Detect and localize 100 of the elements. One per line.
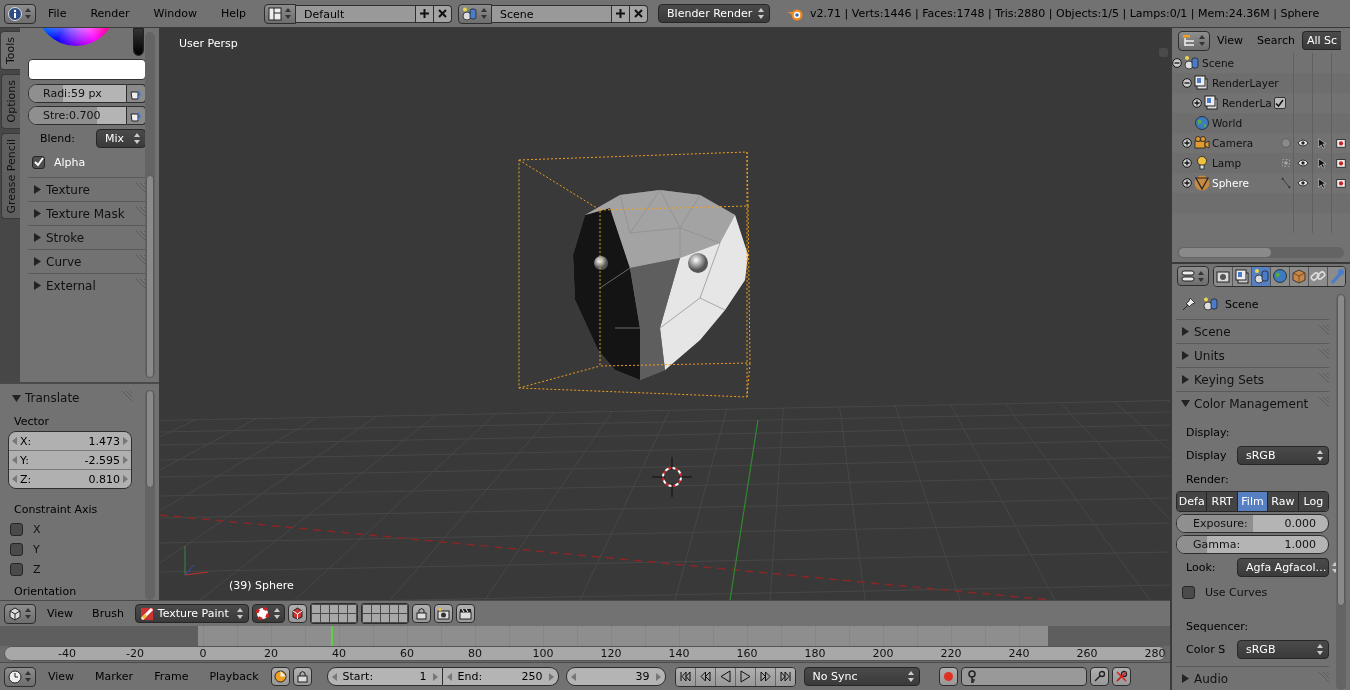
eye-icon[interactable] (1297, 158, 1309, 168)
display-dropdown[interactable]: sRGB (1237, 445, 1329, 465)
cursor-icon[interactable] (1317, 157, 1327, 169)
menu-item[interactable]: Marker (86, 670, 143, 683)
menu-item[interactable]: File (36, 7, 79, 20)
scene-browse-button[interactable] (458, 3, 493, 24)
checkbox[interactable] (10, 522, 23, 536)
blend-dropdown[interactable]: Mix (96, 129, 146, 148)
tree-item[interactable]: Camera (1212, 137, 1254, 149)
menu-item[interactable]: Brush (84, 607, 132, 620)
menu-item[interactable]: Search (1250, 34, 1302, 47)
panel-header[interactable]: Keying Sets (1176, 367, 1329, 391)
tree-item[interactable]: Scene (1202, 57, 1234, 69)
expand-icon[interactable] (1182, 178, 1192, 188)
start-frame-field[interactable]: Start: 1 (326, 667, 443, 686)
lock-button[interactable] (411, 604, 431, 623)
tree-item[interactable]: Sphere (1212, 177, 1249, 189)
menu-item[interactable]: View (39, 670, 84, 683)
texture-button[interactable] (287, 604, 307, 623)
shading-dropdown[interactable] (251, 604, 285, 623)
color-space-dropdown[interactable]: sRGB (1237, 639, 1329, 659)
layout-field[interactable]: Default (296, 4, 417, 23)
number-slider[interactable]: Exposure: 0.000 (1176, 514, 1329, 533)
number-slider[interactable]: Radi:59 px (28, 84, 127, 103)
number-slider[interactable]: Gamma: 1.000 (1176, 535, 1329, 554)
panel-header[interactable]: Scene (1176, 319, 1329, 343)
playback-button[interactable] (695, 667, 716, 686)
context-tab[interactable] (1309, 266, 1328, 286)
menu-item[interactable]: Help (208, 7, 259, 20)
view-transform-button[interactable]: RRT (1207, 492, 1238, 511)
remove-button[interactable] (630, 4, 649, 23)
render-icon[interactable] (1335, 157, 1347, 169)
checkbox[interactable] (1182, 585, 1195, 599)
editor-type-button[interactable] (4, 3, 36, 24)
expand-icon[interactable] (1182, 158, 1192, 168)
timeline-track[interactable] (0, 626, 1170, 646)
playback-button[interactable] (755, 667, 776, 686)
mesh-object[interactable] (573, 189, 748, 380)
number-field[interactable]: Y: -2.595 (9, 451, 131, 470)
layer-grid[interactable] (309, 603, 358, 624)
render-engine-dropdown[interactable]: Blender Render (658, 4, 771, 23)
insert-keyframe-button[interactable] (1089, 667, 1109, 686)
delete-keyframe-button[interactable] (1111, 667, 1131, 686)
menu-item[interactable]: View (39, 607, 82, 620)
panel-header[interactable]: Audio (1176, 666, 1329, 690)
value-slider[interactable] (133, 28, 144, 56)
mode-dropdown[interactable]: Texture Paint (134, 604, 249, 623)
collapse-icon[interactable] (1182, 78, 1192, 88)
view-transform-button[interactable]: Log (1298, 492, 1328, 511)
editor-type-button[interactable] (1177, 266, 1209, 286)
context-tab[interactable] (1214, 266, 1233, 286)
render-icon[interactable] (1335, 137, 1347, 149)
checkbox[interactable] (10, 562, 23, 576)
remove-button[interactable] (434, 4, 453, 23)
panel-header[interactable]: Color Management (1176, 391, 1329, 415)
playback-button[interactable] (735, 667, 756, 686)
view-transform-button[interactable]: Raw (1268, 492, 1299, 511)
eye-icon[interactable] (1297, 138, 1309, 148)
editor-type-button[interactable] (1178, 30, 1210, 51)
number-field[interactable]: Z: 0.810 (9, 470, 131, 488)
playback-button[interactable] (715, 667, 736, 686)
render-animation-button[interactable] (455, 604, 475, 623)
scrollbar[interactable] (145, 32, 155, 378)
preview-range-button[interactable] (270, 667, 290, 686)
sync-dropdown[interactable]: No Sync (803, 667, 920, 686)
menu-item[interactable]: Render (78, 7, 142, 20)
record-button[interactable] (938, 667, 958, 686)
menu-item[interactable]: Frame (145, 670, 198, 683)
menu-item[interactable]: View (1210, 34, 1251, 47)
playback-button[interactable] (775, 667, 795, 686)
pin-icon[interactable] (1181, 296, 1197, 312)
scene-field[interactable]: Scene (492, 4, 613, 23)
scrollbar[interactable] (1336, 294, 1346, 690)
tab[interactable]: Tools (0, 31, 20, 71)
add-button[interactable] (416, 4, 435, 23)
layout-browse-button[interactable] (264, 3, 297, 24)
tab[interactable]: Options (1, 74, 20, 129)
end-frame-field[interactable]: End: 250 (442, 667, 559, 686)
scrollbar[interactable] (145, 390, 155, 600)
view-transform-button[interactable]: Defa (1177, 492, 1208, 511)
color-swatch[interactable] (28, 59, 146, 80)
editor-type-button[interactable] (4, 666, 36, 687)
menu-item[interactable]: Window (141, 7, 209, 20)
checkbox[interactable] (1273, 97, 1286, 109)
3d-cursor-icon[interactable] (651, 456, 693, 498)
playback-button[interactable] (675, 667, 696, 686)
context-tab[interactable] (1252, 266, 1271, 286)
tree-item[interactable]: World (1212, 117, 1243, 129)
tree-item[interactable]: RenderLa (1222, 97, 1272, 109)
lock-button[interactable] (292, 667, 312, 686)
display-mode-dropdown[interactable]: All Sc (1301, 31, 1342, 50)
current-frame-field[interactable]: 39 (565, 667, 666, 686)
scrollbar[interactable] (1178, 247, 1344, 258)
context-tab[interactable] (1233, 266, 1252, 286)
add-button[interactable] (612, 4, 631, 23)
expand-icon[interactable] (1192, 98, 1202, 108)
render-icon[interactable] (1335, 177, 1347, 189)
editor-type-button[interactable] (4, 603, 36, 624)
cursor-icon[interactable] (1317, 177, 1327, 189)
checkbox[interactable] (32, 155, 45, 169)
